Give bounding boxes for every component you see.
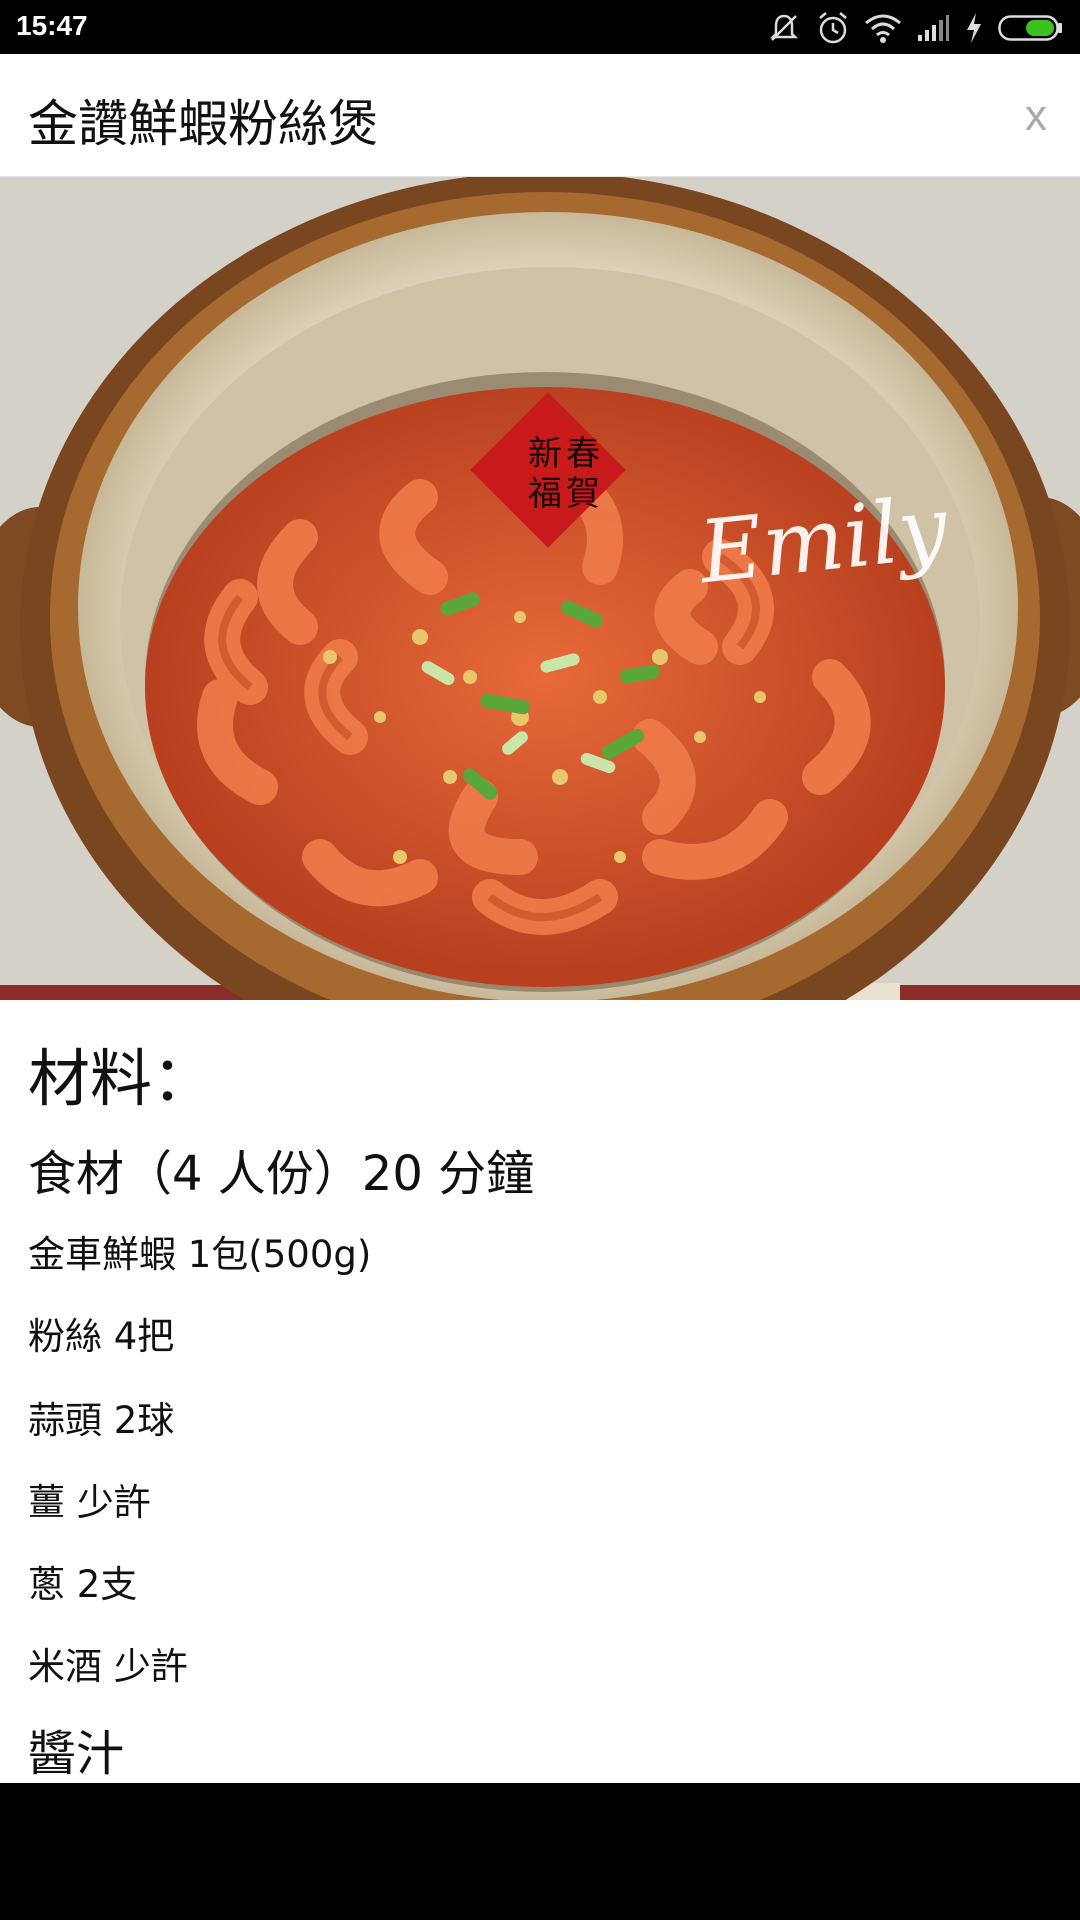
alarm-icon: [819, 12, 847, 44]
page-title: 金讚鮮蝦粉絲煲: [28, 95, 378, 153]
recipe-content: 材料： 食材（4 人份）20 分鐘 金車鮮蝦 1包(500g) 粉絲 4把 蒜頭…: [0, 1000, 1080, 1783]
status-bar: 15:47: [0, 0, 1080, 54]
portion-line: 食材（4 人份）20 分鐘: [28, 1146, 535, 1202]
wifi-icon: [865, 14, 901, 43]
shrimp-claypot-image: 新 春 福 賀 Emily: [0, 177, 1080, 1000]
ingredient-item: 薑 少許: [28, 1481, 151, 1524]
stamp-char-3: 福: [528, 474, 562, 514]
ingredient-item: 金車鮮蝦 1包(500g): [28, 1233, 372, 1276]
stamp-char-2: 春: [566, 434, 600, 474]
navigation-bar: [0, 1783, 1080, 1920]
signal-icon: [918, 15, 949, 41]
sauce-heading: 醬汁: [28, 1726, 125, 1782]
ingredient-item: 蒜頭 2球: [28, 1399, 175, 1442]
mute-vibrate-icon: [769, 14, 799, 41]
battery-icon: [998, 15, 1062, 41]
screen: 15:47 金讚鮮蝦粉絲煲 x 新 春 福 賀 Emily 材料： 食材（4 人…: [0, 0, 1080, 1920]
status-icons: [766, 8, 1064, 48]
ingredients-heading: 材料：: [28, 1042, 215, 1115]
stamp-char-1: 新: [528, 434, 562, 474]
ingredient-item: 粉絲 4把: [28, 1315, 175, 1358]
charging-icon: [967, 13, 981, 43]
stamp-char-4: 賀: [566, 474, 600, 514]
ingredient-item: 米酒 少許: [28, 1645, 188, 1688]
recipe-photo: 新 春 福 賀 Emily: [0, 177, 1080, 1000]
close-button[interactable]: x: [1012, 88, 1060, 144]
ingredient-item: 蔥 2支: [28, 1563, 138, 1606]
status-time: 15:47: [16, 10, 88, 41]
header: 金讚鮮蝦粉絲煲 x: [0, 54, 1080, 177]
